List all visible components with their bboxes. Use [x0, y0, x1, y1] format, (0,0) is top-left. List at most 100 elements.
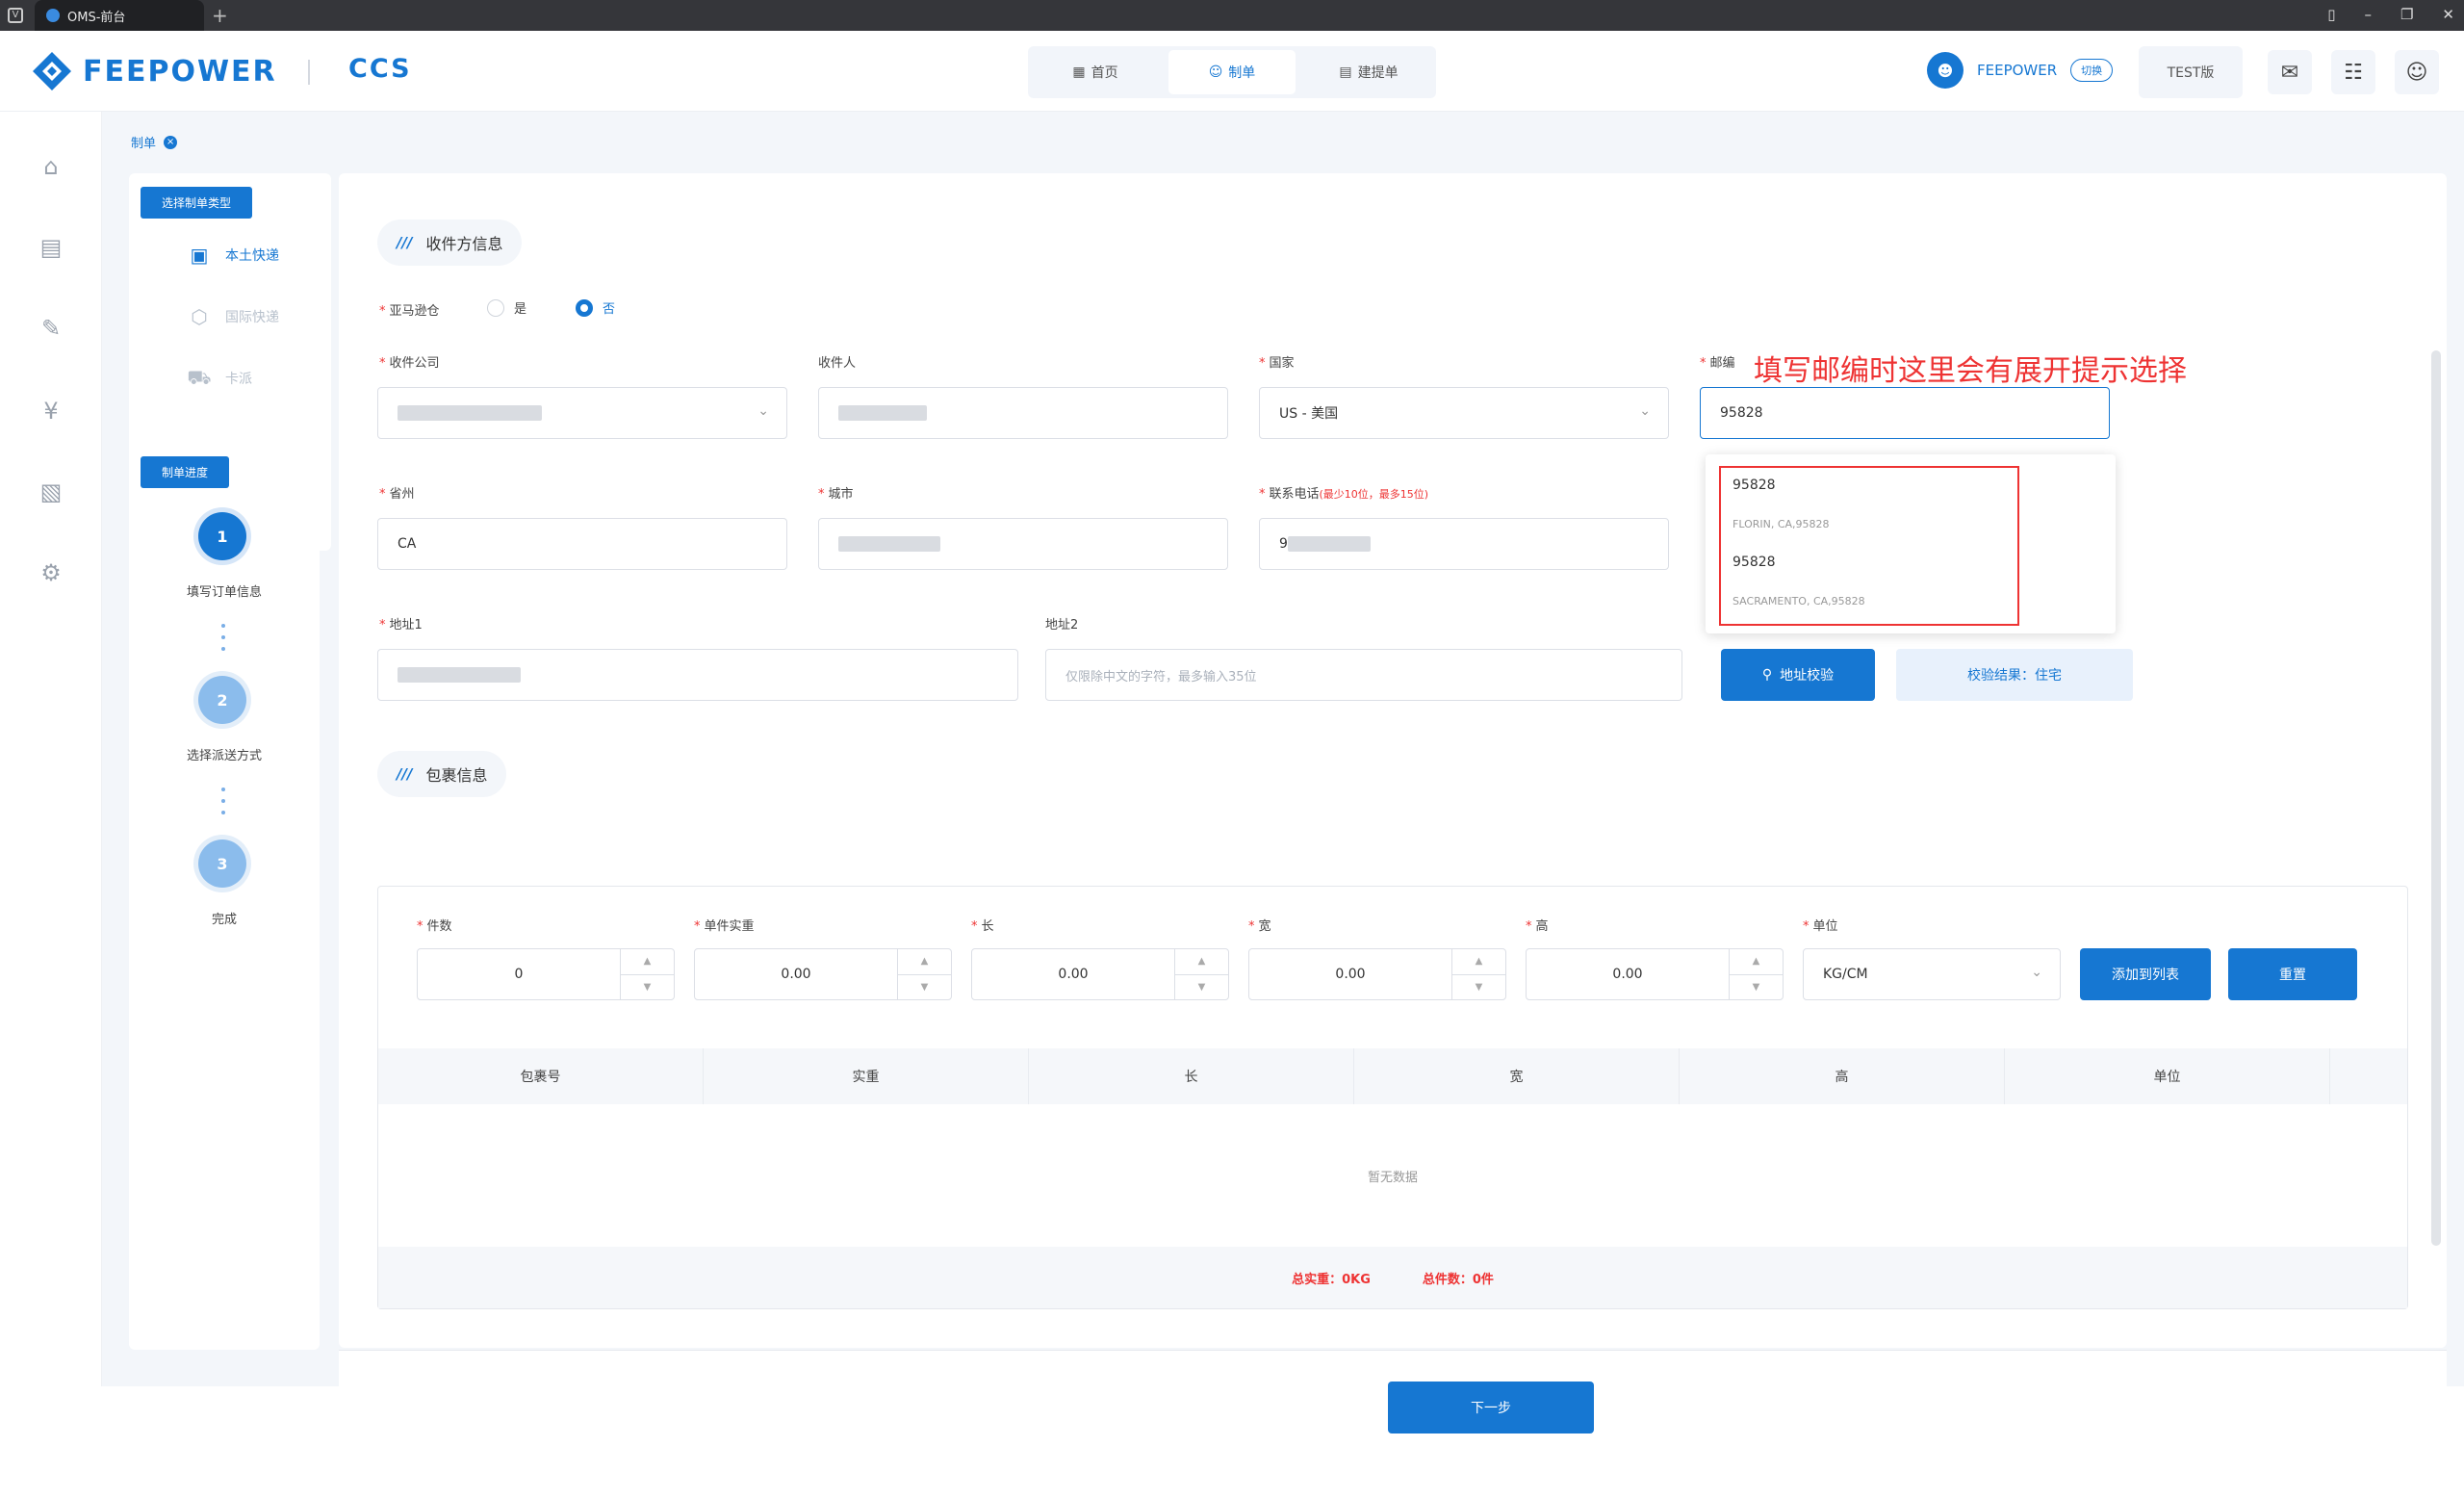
user-avatar-icon[interactable]: ☻: [1927, 52, 1964, 89]
profile-icon[interactable]: ☺: [2395, 50, 2439, 94]
state-label: * 省州: [379, 487, 415, 502]
company-select[interactable]: ⌄: [377, 387, 787, 439]
chevron-up-icon[interactable]: ▲: [1730, 949, 1783, 975]
document-icon[interactable]: ▤: [35, 231, 67, 264]
browser-titlebar: V OMS-前台 + ▯ – ❐ ✕: [0, 0, 2464, 31]
weight-label: * 单件实重: [694, 919, 755, 934]
chevron-down-icon[interactable]: ▼: [1452, 975, 1505, 1000]
next-step-button[interactable]: 下一步: [1388, 1382, 1594, 1433]
chevron-down-icon[interactable]: ▼: [898, 975, 951, 1000]
verify-label: 地址校验: [1780, 668, 1835, 684]
zip-input[interactable]: 95828: [1700, 387, 2110, 439]
chevron-down-icon[interactable]: ▼: [621, 975, 674, 1000]
length-stepper[interactable]: 0.00 ▲ ▼: [971, 948, 1229, 1000]
logo-divider: [308, 60, 310, 85]
step-connector: [221, 788, 225, 814]
chevron-up-icon[interactable]: ▲: [621, 949, 674, 975]
amazon-yes-radio[interactable]: 是: [487, 298, 526, 317]
address2-input[interactable]: 仅限除中文的字符，最多输入35位: [1045, 649, 1682, 701]
unit-value: KG/CM: [1823, 967, 1868, 982]
app-icon[interactable]: V: [8, 8, 23, 23]
amazon-warehouse-label: * 亚马逊仓: [379, 304, 440, 319]
progress-title: 制单进度: [141, 456, 230, 488]
annotation-text: 填写邮编时这里会有展开提示选择: [1754, 354, 2187, 388]
state-input[interactable]: CA: [377, 518, 787, 570]
radio-off-icon: [487, 298, 504, 317]
unit-select[interactable]: KG/CM ⌄: [1803, 948, 2061, 1000]
type-international-express[interactable]: ⬡ 国际快递: [187, 304, 279, 329]
chevron-up-icon[interactable]: ▲: [898, 949, 951, 975]
step-3-circle: 3: [198, 839, 246, 888]
nav-create-order[interactable]: ☺ 制单: [1168, 50, 1296, 94]
zip-option-1-city[interactable]: FLORIN, CA,95828: [1732, 518, 1830, 530]
window-controls: ▯ – ❐ ✕: [2327, 6, 2454, 23]
zip-option-2-city[interactable]: SACRAMENTO, CA,95828: [1732, 595, 1865, 607]
phone-input[interactable]: 9: [1259, 518, 1669, 570]
step-2-label: 选择派送方式: [186, 749, 262, 763]
nav-home[interactable]: ▦ 首页: [1032, 50, 1159, 94]
home-icon[interactable]: ⌂: [35, 150, 67, 183]
radio-on-icon: [576, 298, 593, 317]
amazon-no-radio[interactable]: 否: [576, 298, 615, 317]
redacted-value: [838, 405, 927, 421]
switch-account-button[interactable]: 切换: [2070, 59, 2114, 82]
calendar-icon[interactable]: ☷: [2331, 50, 2375, 94]
type-label: 本土快递: [225, 248, 279, 264]
type-label: 国际快递: [225, 310, 279, 325]
scrollbar[interactable]: [2431, 350, 2441, 1246]
height-stepper[interactable]: 0.00 ▲ ▼: [1526, 948, 1784, 1000]
zip-option-1-code[interactable]: 95828: [1732, 478, 1776, 493]
city-input[interactable]: [818, 518, 1228, 570]
chevron-up-icon[interactable]: ▲: [1175, 949, 1228, 975]
settings-icon[interactable]: ⚙: [35, 556, 67, 589]
redacted-value: [398, 405, 542, 421]
width-stepper[interactable]: 0.00 ▲ ▼: [1248, 948, 1506, 1000]
new-tab-button[interactable]: +: [212, 4, 228, 27]
column-header: 高: [1680, 1048, 2005, 1104]
width-label: * 宽: [1248, 919, 1271, 934]
order-type-title: 选择制单类型: [141, 187, 253, 219]
reset-button[interactable]: 重置: [2228, 948, 2357, 1000]
footer-bar: 下一步: [339, 1350, 2447, 1498]
invoice-icon[interactable]: ¥: [35, 395, 67, 427]
trash-icon[interactable]: ▯: [2327, 6, 2335, 23]
pieces-stepper[interactable]: 0 ▲ ▼: [417, 948, 675, 1000]
address-verify-button[interactable]: ⚲ 地址校验: [1721, 649, 1875, 701]
type-domestic-express[interactable]: ▣ 本土快递: [187, 243, 279, 268]
chevron-down-icon[interactable]: ▼: [1175, 975, 1228, 1000]
zip-option-2-code[interactable]: 95828: [1732, 555, 1776, 570]
close-tab-icon[interactable]: ×: [164, 135, 178, 149]
zip-value: 95828: [1720, 405, 1763, 421]
chevron-down-icon[interactable]: ▼: [1730, 975, 1783, 1000]
nav-create-bill-label: 建提单: [1357, 65, 1399, 81]
section-title-text: 收件方信息: [425, 235, 503, 253]
chevron-up-icon[interactable]: ▲: [1452, 949, 1505, 975]
address1-input[interactable]: [377, 649, 1018, 701]
city-label: * 城市: [818, 487, 854, 502]
add-to-list-button[interactable]: 添加到列表: [2080, 948, 2211, 1000]
browser-tab[interactable]: OMS-前台: [35, 0, 204, 31]
total-count: 总件数：0件: [1422, 1272, 1494, 1287]
contact-input[interactable]: [818, 387, 1228, 439]
height-label: * 高: [1526, 919, 1549, 934]
breadcrumb-tab[interactable]: 制单 ×: [131, 133, 178, 151]
restore-icon[interactable]: ❐: [2400, 6, 2413, 23]
person-icon: ☺: [1208, 65, 1223, 80]
type-truck[interactable]: ⛟ 卡派: [187, 366, 252, 391]
pieces-label: * 件数: [417, 919, 452, 934]
logo[interactable]: FEEPOWER: [31, 50, 277, 92]
total-weight: 总实重：0KG: [1292, 1272, 1371, 1287]
nav-create-bill[interactable]: ▤ 建提单: [1305, 50, 1432, 94]
edit-document-icon[interactable]: ✎: [35, 312, 67, 345]
minimize-icon[interactable]: –: [2364, 6, 2372, 23]
version-badge[interactable]: TEST版: [2139, 46, 2243, 98]
content-area: 制单 × 选择制单类型 ▣ 本土快递 ⬡ 国际快递 ⛟ 卡派 制单进度 1 填写…: [102, 112, 2464, 1498]
country-select[interactable]: US - 美国 ⌄: [1259, 387, 1669, 439]
truck-icon: ⛟: [187, 365, 212, 389]
weight-stepper[interactable]: 0.00 ▲ ▼: [694, 948, 952, 1000]
close-icon[interactable]: ✕: [2442, 6, 2454, 23]
section-title-text: 包裹信息: [425, 766, 488, 785]
country-label: * 国家: [1259, 356, 1295, 371]
message-icon[interactable]: ✉: [2268, 50, 2312, 94]
translate-doc-icon[interactable]: ▧: [35, 476, 67, 508]
